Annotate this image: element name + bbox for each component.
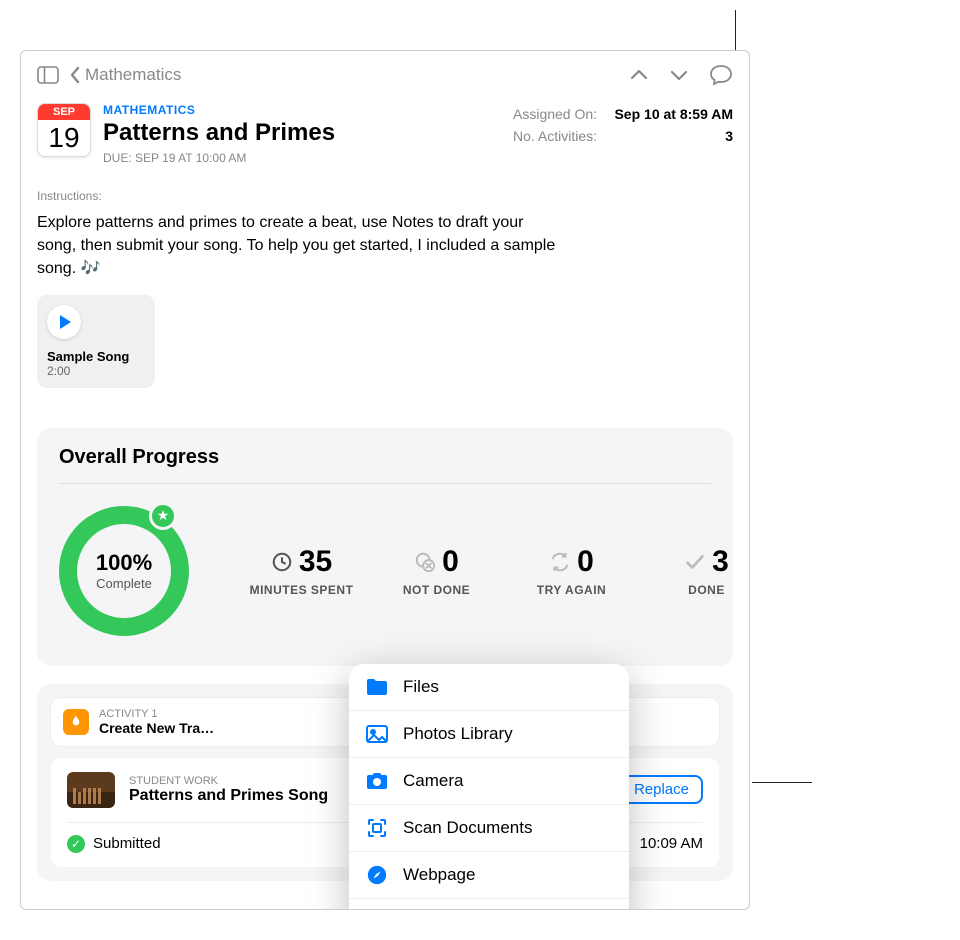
student-work-title: Patterns and Primes Song (129, 787, 328, 805)
back-button[interactable]: Mathematics (69, 65, 181, 85)
activities-count-row: No. Activities: 3 (513, 125, 733, 147)
replace-button[interactable]: Replace (620, 775, 703, 804)
attachment-name: Sample Song (47, 349, 145, 364)
calendar-day: 19 (48, 122, 79, 154)
submitted-time: 10:09 AM (640, 835, 703, 852)
app-window: Mathematics SEP 19 MATHEMATIC (20, 50, 750, 910)
student-work-label: STUDENT WORK (129, 775, 328, 787)
stat-done: 3 DONE (654, 545, 750, 597)
due-label: DUE: SEP 19 AT 10:00 AM (103, 151, 335, 165)
nav-up-icon[interactable] (629, 68, 649, 82)
progress-card: Overall Progress 100% Complete ★ 35 MINU… (37, 428, 733, 666)
menu-files-label: Files (403, 677, 439, 697)
callout-line-replace (752, 782, 812, 783)
nav-down-icon[interactable] (669, 68, 689, 82)
stat-tryagain: 0 TRY AGAIN (519, 545, 624, 597)
stat-minutes: 35 MINUTES SPENT (249, 545, 354, 597)
song-thumbnail-icon (67, 772, 115, 808)
calendar-month: SEP (38, 104, 90, 120)
activity-1[interactable]: ACTIVITY 1 Create New Tra… (51, 698, 380, 746)
progress-title: Overall Progress (59, 446, 711, 469)
progress-complete-label: Complete (96, 576, 152, 591)
assignment-header: SEP 19 MATHEMATICS Patterns and Primes D… (37, 103, 733, 165)
menu-camera-label: Camera (403, 771, 463, 791)
folder-icon (365, 675, 389, 699)
menu-scan[interactable]: Scan Documents (349, 804, 629, 851)
stat-notdone-label: NOT DONE (384, 583, 489, 597)
assigned-on-row: Assigned On: Sep 10 at 8:59 AM (513, 103, 733, 125)
attachment-card[interactable]: Sample Song 2:00 (37, 295, 155, 388)
menu-scan-label: Scan Documents (403, 818, 532, 838)
activities-count-label: No. Activities: (513, 128, 597, 144)
category-label: MATHEMATICS (103, 103, 335, 117)
play-button[interactable] (47, 305, 81, 339)
check-icon (684, 551, 706, 573)
chat-icon[interactable] (709, 64, 733, 86)
menu-photos-label: Photos Library (403, 724, 513, 744)
submitted-check-icon: ✓ (67, 835, 85, 853)
activity-1-label: ACTIVITY 1 (99, 708, 214, 720)
menu-bookmarks[interactable]: Bookmarks (349, 898, 629, 910)
stat-notdone-value: 0 (442, 545, 459, 579)
stat-minutes-value: 35 (299, 545, 332, 579)
activities-card: ACTIVITY 1 Create New Tra… ACTIVITY 2 Us… (37, 684, 733, 881)
scan-icon (365, 816, 389, 840)
menu-camera[interactable]: Camera (349, 757, 629, 804)
stat-tryagain-label: TRY AGAIN (519, 583, 624, 597)
assigned-on-value: Sep 10 at 8:59 AM (614, 106, 733, 122)
clock-icon (271, 551, 293, 573)
back-label: Mathematics (85, 65, 181, 85)
stat-done-value: 3 (712, 545, 729, 579)
calendar-icon: SEP 19 (37, 103, 91, 157)
star-badge-icon: ★ (149, 502, 177, 530)
photo-icon (365, 722, 389, 746)
attachment-source-menu: Files Photos Library Camera Scan Documen… (349, 664, 629, 910)
camera-icon (365, 769, 389, 793)
activities-count-value: 3 (725, 128, 733, 144)
notdone-icon (414, 551, 436, 573)
divider (59, 483, 711, 484)
attachment-duration: 2:00 (47, 364, 145, 378)
menu-files[interactable]: Files (349, 664, 629, 710)
sidebar-toggle-icon[interactable] (37, 66, 59, 84)
menu-photos[interactable]: Photos Library (349, 710, 629, 757)
menu-webpage-label: Webpage (403, 865, 475, 885)
assignment-title: Patterns and Primes (103, 119, 335, 147)
tryagain-icon (549, 551, 571, 573)
stat-tryagain-value: 0 (577, 545, 594, 579)
progress-ring: 100% Complete ★ (59, 506, 189, 636)
stat-notdone: 0 NOT DONE (384, 545, 489, 597)
progress-percent: 100% (96, 550, 152, 576)
activity-1-title: Create New Tra… (99, 720, 214, 736)
menu-webpage[interactable]: Webpage (349, 851, 629, 898)
stat-minutes-label: MINUTES SPENT (249, 583, 354, 597)
assigned-on-label: Assigned On: (513, 106, 597, 122)
stat-done-label: DONE (654, 583, 750, 597)
instructions-label: Instructions: (37, 189, 733, 203)
instructions-text: Explore patterns and primes to create a … (37, 211, 557, 281)
safari-icon (365, 863, 389, 887)
submitted-label: Submitted (93, 835, 161, 852)
garageband-icon (63, 709, 89, 735)
top-bar: Mathematics (37, 61, 733, 89)
